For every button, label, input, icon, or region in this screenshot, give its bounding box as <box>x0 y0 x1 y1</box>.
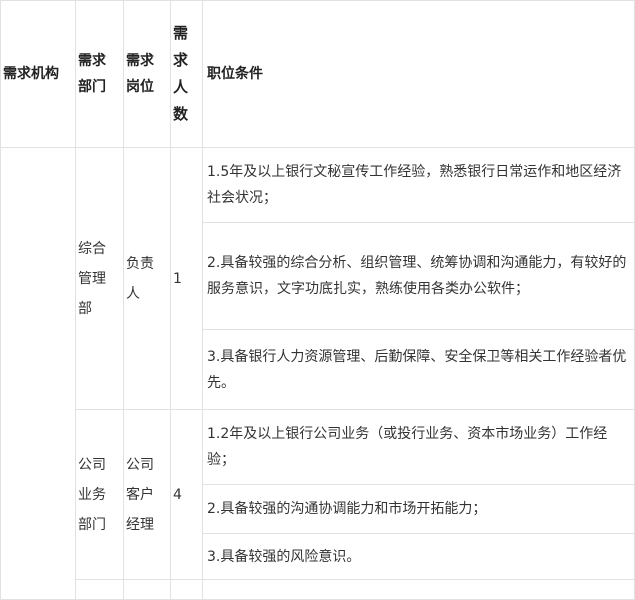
condition-cell: 1.5年及以上银行文秘宣传工作经验，熟悉银行日常运作和地区经济社会状况； <box>202 147 635 223</box>
header-conditions: 职位条件 <box>202 0 635 148</box>
header-post: 需求 岗位 <box>123 0 171 148</box>
condition-cell: 2.具备较强的沟通协调能力和市场开拓能力； <box>202 484 635 534</box>
table-row: 综合 管理 部 负责 人 1 1.5年及以上银行文秘宣传工作经验，熟悉银行日常运… <box>0 147 635 600</box>
org-cell <box>0 147 76 600</box>
condition-cell-partial <box>202 579 635 600</box>
post-cell-partial <box>123 579 171 600</box>
dept-cell: 综合 管理 部 <box>75 147 124 410</box>
post-cell: 公司 客户 经理 <box>123 409 171 580</box>
table-row: 公司 业务 部门 公司 客户 经理 4 1.2年及以上银行公司业务（或投行业务、… <box>1 409 635 580</box>
post-cell: 负责 人 <box>123 147 171 410</box>
count-cell: 4 <box>170 409 203 580</box>
condition-cell: 2.具备较强的综合分析、组织管理、统筹协调和沟通能力，有较好的服务意识，文字功底… <box>202 222 635 330</box>
dept-cell-partial <box>75 579 124 600</box>
header-org: 需求机构 <box>0 0 76 148</box>
table-row-partial <box>1 579 635 600</box>
header-dept: 需求 部门 <box>75 0 124 148</box>
count-cell-partial <box>170 579 203 600</box>
condition-cell: 3.具备较强的风险意识。 <box>202 533 635 580</box>
condition-cell: 1.2年及以上银行公司业务（或投行业务、资本市场业务）工作经验； <box>202 409 635 485</box>
dept-cell: 公司 业务 部门 <box>75 409 124 580</box>
count-cell: 1 <box>170 147 203 410</box>
header-row: 需求机构 需求 部门 需求 岗位 需 求 人 数 职位条件 <box>0 0 635 148</box>
header-count: 需 求 人 数 <box>170 0 203 148</box>
job-requirements-table: 需求机构 需求 部门 需求 岗位 需 求 人 数 职位条件 综合 管理 部 负责… <box>0 0 635 600</box>
condition-cell: 3.具备银行人力资源管理、后勤保障、安全保卫等相关工作经验者优先。 <box>202 329 635 410</box>
